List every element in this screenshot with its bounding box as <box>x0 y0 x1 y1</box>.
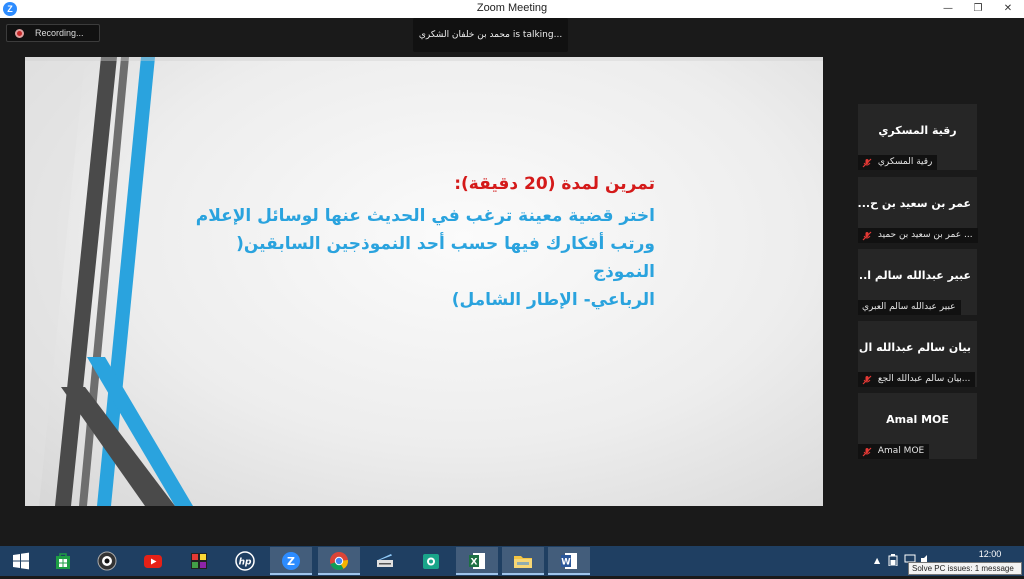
participant-label: بيان سالم عبدالله الجع... <box>877 374 971 384</box>
hp-icon: hp <box>235 551 255 571</box>
active-speaker-banner: محمد بن خلفان الشكري is talking... <box>413 18 568 52</box>
participant-label: Amal MOE <box>877 446 925 456</box>
camera-icon <box>423 554 439 569</box>
store-icon <box>56 553 70 569</box>
participant-display-name: بيان سالم عبدالله ال... <box>858 341 971 354</box>
svg-text:hp: hp <box>239 558 252 568</box>
svg-text:W: W <box>561 558 571 568</box>
recording-indicator[interactable]: Recording... <box>6 24 100 42</box>
slide-body-line: الرباعي- الإطار الشامل) <box>451 290 655 310</box>
folder-icon <box>514 556 532 568</box>
shared-screen-slide: تمرين لمدة (20 دقيقة): اختر قضية معينة ت… <box>25 57 823 506</box>
minimize-button[interactable]: — <box>934 0 962 18</box>
participant-label: عبير عبدالله سالم العبري <box>862 302 956 312</box>
taskbar-app-camera[interactable] <box>410 547 452 575</box>
slide-body: اختر قضية معينة ترغب في الحديث عنها لوسا… <box>195 202 655 314</box>
restore-button[interactable]: ❐ <box>964 0 992 18</box>
taskbar-app-word[interactable]: W <box>548 547 590 575</box>
recording-label: Recording... <box>35 28 84 38</box>
chrome-icon <box>330 552 349 571</box>
participant-tile[interactable]: بيان سالم عبدالله ال... بيان سالم عبدالل… <box>858 321 977 387</box>
mic-muted-icon <box>862 447 872 456</box>
windows-logo-icon <box>13 552 29 570</box>
participant-tile[interactable]: Amal MOE Amal MOE <box>858 393 977 459</box>
participant-name-bar: عمر بن سعيد بن حميد ... <box>858 228 978 243</box>
mic-muted-icon <box>862 158 872 167</box>
participant-tile[interactable]: عمر بن سعيد بن ح... عمر بن سعيد بن حميد … <box>858 177 978 243</box>
slide-body-line: اختر قضية معينة ترغب في الحديث عنها لوسا… <box>195 206 655 226</box>
participant-display-name: عمر بن سعيد بن ح... <box>858 197 971 210</box>
meeting-area: Recording... محمد بن خلفان الشكري is tal… <box>0 18 1024 546</box>
taskbar-app-scanner[interactable] <box>364 547 406 575</box>
mic-muted-icon <box>862 231 872 240</box>
taskbar-app-photos[interactable] <box>178 547 220 575</box>
battery-icon[interactable] <box>888 554 898 566</box>
tray-expand-icon[interactable]: ▲ <box>874 556 880 565</box>
word-icon: W <box>561 553 577 569</box>
taskbar: hp Z X W ▲ 12:00 <box>0 546 1024 576</box>
taskbar-app-hp[interactable]: hp <box>224 547 266 575</box>
taskbar-app-webcam[interactable] <box>86 547 128 575</box>
window-title: Zoom Meeting <box>476 2 548 14</box>
taskbar-app-store[interactable] <box>42 547 84 575</box>
notification-tooltip[interactable]: Solve PC issues: 1 message <box>908 562 1022 575</box>
zoom-icon: Z <box>282 552 300 570</box>
participant-name-bar: Amal MOE <box>858 444 930 459</box>
excel-icon: X <box>469 553 485 569</box>
slide-heading: تمرين لمدة (20 دقيقة): <box>454 174 655 194</box>
participant-display-name: عبير عبدالله سالم ا... <box>858 269 971 282</box>
participant-tile[interactable]: رقية المسكري رقية المسكري <box>858 104 977 170</box>
start-button[interactable] <box>0 547 42 575</box>
participant-name-bar: عبير عبدالله سالم العبري <box>858 300 961 315</box>
taskbar-app-excel[interactable]: X <box>456 547 498 575</box>
taskbar-app-youtube[interactable] <box>132 547 174 575</box>
title-bar: Z Zoom Meeting — ❐ ✕ <box>0 0 1024 18</box>
webcam-icon <box>97 551 117 571</box>
slide-body-line: ورتب أفكارك فيها حسب أحد النموذجين الساب… <box>236 234 655 282</box>
participant-name-bar: بيان سالم عبدالله الجع... <box>858 372 976 387</box>
participant-label: رقية المسكري <box>877 157 933 167</box>
close-button[interactable]: ✕ <box>994 0 1022 18</box>
participant-label: عمر بن سعيد بن حميد ... <box>877 230 973 240</box>
mic-muted-icon <box>862 375 872 384</box>
participant-display-name: رقية المسكري <box>878 124 957 137</box>
photos-icon <box>191 553 207 569</box>
scanner-icon <box>377 554 393 567</box>
svg-text:Z: Z <box>287 555 295 568</box>
taskbar-app-file-explorer[interactable] <box>502 547 544 575</box>
participant-name-bar: رقية المسكري <box>858 155 938 170</box>
taskbar-app-chrome[interactable] <box>318 547 360 575</box>
participant-display-name: Amal MOE <box>886 413 949 426</box>
participant-tile[interactable]: عبير عبدالله سالم ا... عبير عبدالله سالم… <box>858 249 977 315</box>
youtube-icon <box>144 555 162 568</box>
record-dot-icon <box>15 29 24 38</box>
taskbar-app-zoom[interactable]: Z <box>270 547 312 575</box>
svg-text:X: X <box>471 558 478 568</box>
